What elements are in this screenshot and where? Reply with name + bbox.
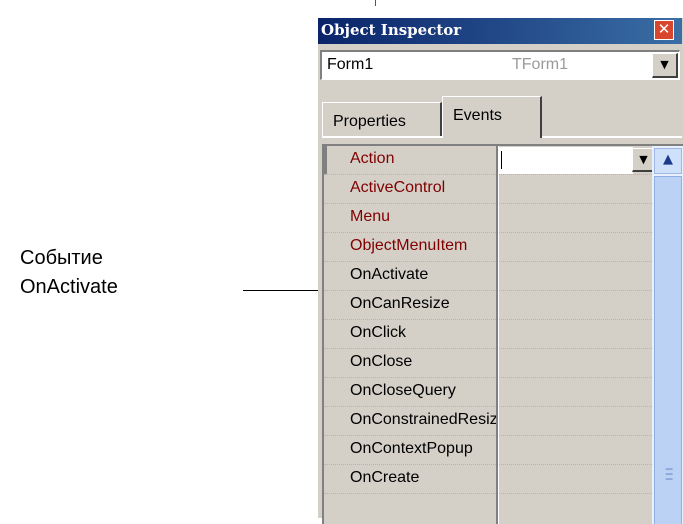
close-button[interactable]: ✕ (654, 20, 674, 40)
event-row-name: ActiveControl (350, 179, 446, 196)
combo-dropdown-button[interactable]: ▼ (652, 53, 678, 78)
column-divider[interactable] (496, 146, 499, 524)
event-row-name: OnCloseQuery (350, 382, 456, 399)
window-title: Object Inspector (321, 21, 462, 39)
callout-pointer-line (243, 290, 327, 291)
event-row-name: OnContextPopup (350, 440, 473, 457)
text-caret (501, 151, 502, 169)
scroll-thumb[interactable]: ━ ━ ━ (654, 176, 682, 524)
grip-icon: ━ ━ ━ (665, 463, 673, 486)
title-bar[interactable]: Object Inspector ✕ (318, 18, 682, 44)
event-row-name: OnActivate (350, 266, 429, 283)
event-row-name: OnClick (350, 324, 407, 341)
event-row-name: OnClose (350, 353, 413, 370)
selected-row-marker (324, 146, 327, 174)
selected-object-type: TForm1 (512, 56, 568, 73)
callout-line1: Событие (20, 247, 103, 269)
callout-line2: OnActivate (20, 276, 118, 298)
callout-label: Событие OnActivate (20, 244, 118, 302)
inspector-tabs: Properties Events (322, 96, 682, 138)
event-row-name: OnConstrainedResize (350, 411, 498, 428)
object-selector-combo[interactable]: Form1 TForm1 ▼ (320, 50, 680, 80)
tab-events-label: Events (453, 107, 502, 124)
event-row-name: Menu (350, 208, 391, 225)
tick-mark (375, 0, 376, 6)
chevron-down-icon: ▼ (660, 58, 669, 71)
event-row-name: OnCanResize (350, 295, 450, 312)
chevron-down-icon: ▼ (639, 153, 648, 166)
event-value-input[interactable] (499, 147, 633, 174)
event-row-name: ObjectMenuItem (350, 237, 468, 254)
chevron-up-icon: ▲ (663, 152, 673, 167)
tab-events[interactable]: Events (442, 96, 542, 138)
tab-properties[interactable]: Properties (322, 102, 442, 136)
selected-object-name: Form1 (327, 56, 374, 73)
event-row-name: Action (350, 150, 395, 167)
close-icon: ✕ (657, 20, 671, 38)
vertical-scrollbar[interactable]: ▲ ━ ━ ━ (652, 146, 683, 524)
object-inspector-window: Object Inspector ✕ Form1 TForm1 ▼ Proper… (318, 18, 683, 524)
scroll-up-button[interactable]: ▲ (654, 148, 682, 174)
events-grid: Action ▼ ActiveControl Menu ObjectMenuItem On… (322, 144, 683, 524)
event-row-name: OnCreate (350, 469, 420, 486)
tab-properties-label: Properties (333, 113, 406, 130)
